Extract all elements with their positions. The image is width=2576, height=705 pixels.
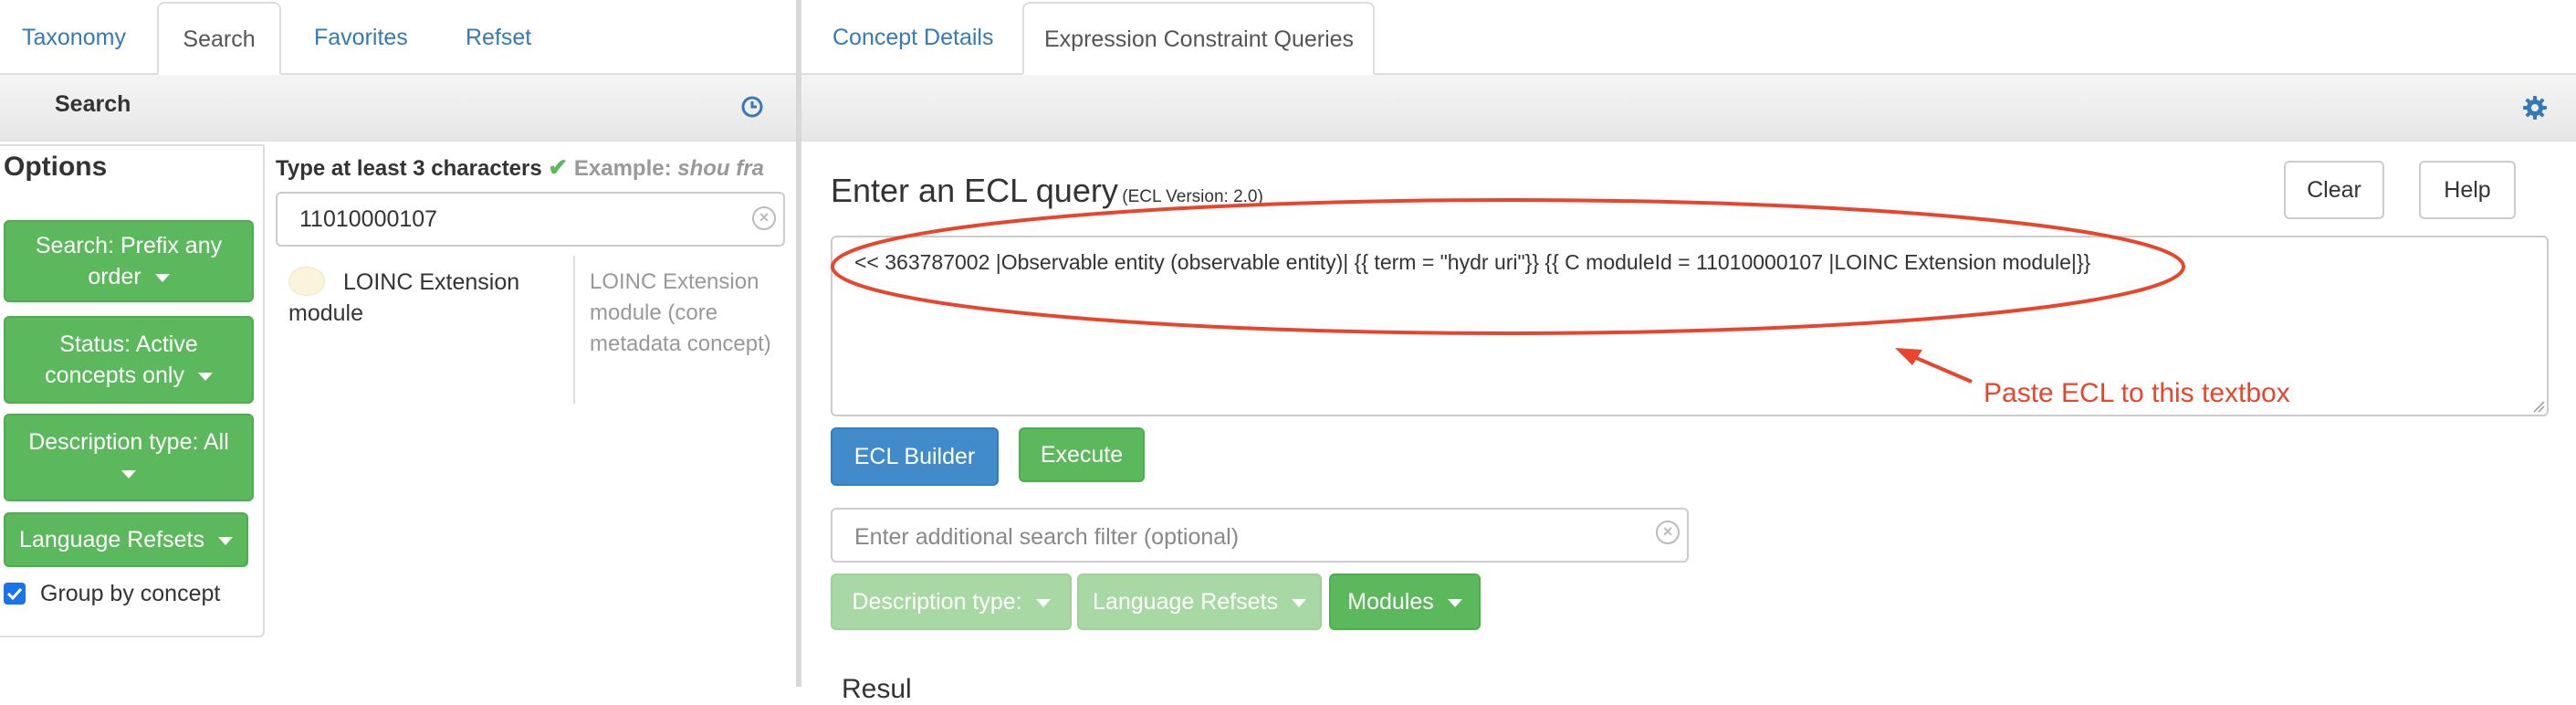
results-heading-partial: Resul — [842, 674, 912, 704]
execute-button[interactable]: Execute — [1019, 427, 1145, 482]
clear-filter-icon[interactable]: × — [1656, 521, 1680, 544]
annotation-label: Paste ECL to this textbox — [1984, 378, 2290, 408]
additional-filter-input[interactable]: Enter additional search filter (optional… — [831, 508, 1689, 563]
ecl-builder-button[interactable]: ECL Builder — [831, 427, 999, 486]
annotation-arrow-head — [1895, 348, 1922, 365]
chevron-down-icon — [1447, 598, 1462, 607]
annotation-ellipse — [831, 198, 2185, 335]
additional-filter-placeholder: Enter additional search filter (optional… — [854, 524, 1240, 550]
annotation-arrow-line — [1907, 352, 1973, 384]
language-refsets-filter-button[interactable]: Language Refsets — [1077, 573, 1322, 630]
description-type-filter-button[interactable]: Description type: — [831, 573, 1072, 630]
modules-filter-button[interactable]: Modules — [1329, 573, 1481, 630]
chevron-down-icon — [1291, 598, 1306, 607]
chevron-down-icon — [1035, 598, 1051, 607]
